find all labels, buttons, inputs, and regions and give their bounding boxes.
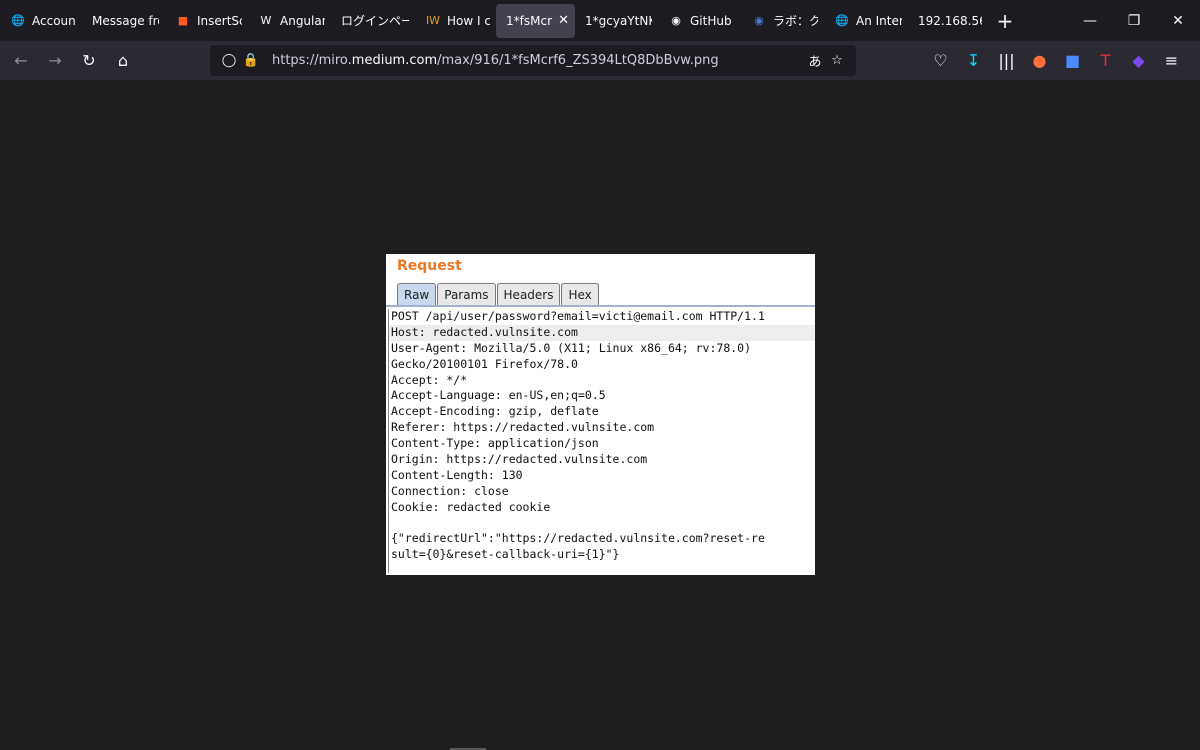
request-line: {"redirectUrl":"https://redacted.vulnsit…: [391, 531, 765, 546]
browser-tab-label: ラボ：クロ: [773, 14, 818, 28]
screenshot-image: Request Raw Params Headers Hex POST /api/us…: [386, 254, 815, 575]
request-title: Request: [397, 258, 462, 274]
home-button[interactable]: ⌂: [106, 46, 140, 76]
nav-bar: ← → ↻ ⌂ ◯ 🔒 https://miro.medium.com/max/…: [0, 41, 1200, 80]
request-line: sult={0}&reset-callback-uri={1}"}: [391, 547, 620, 562]
browser-tab[interactable]: 🌐 An Intera: [824, 4, 908, 38]
minimize-button[interactable]: —: [1068, 0, 1112, 41]
tab-headers[interactable]: Headers: [496, 283, 561, 305]
browser-tab[interactable]: IW How I ch: [415, 4, 496, 38]
request-line: Content-Length: 130: [391, 467, 523, 482]
request-line: Cookie: redacted cookie: [391, 499, 551, 514]
tab-raw[interactable]: Raw: [397, 283, 437, 305]
browser-tab[interactable]: ◉ GitHub -: [658, 4, 741, 38]
browser-tab-label: ログインページ: [341, 14, 409, 28]
request-tabs: Raw Params Headers Hex: [397, 283, 600, 305]
browser-tab-label: 1*gcyaYtNKt: [585, 13, 652, 28]
new-tab-button[interactable]: +: [990, 9, 1020, 33]
browser-tab[interactable]: 1*fsMcrf6 ✕: [496, 3, 575, 38]
browser-tab-label: 1*fsMcrf6: [506, 13, 552, 28]
request-line: Gecko/20100101 Firefox/78.0: [391, 356, 578, 371]
globe-icon: 🌐: [835, 14, 849, 27]
close-window-button[interactable]: ✕: [1156, 0, 1200, 41]
restore-button[interactable]: ❐: [1112, 0, 1156, 41]
browser-tab-label: Angular/: [280, 13, 325, 28]
menu-icon[interactable]: ≡: [1155, 46, 1188, 76]
browser-tab-label: 192.168.56.1: [918, 13, 982, 28]
download-icon[interactable]: ↧: [957, 46, 990, 76]
browser-tab-label: InsertScr: [197, 13, 242, 28]
reload-button[interactable]: ↻: [72, 46, 106, 76]
browser-tab[interactable]: Message fro: [82, 4, 165, 38]
request-line: [389, 516, 815, 532]
pocket-icon[interactable]: ♡: [924, 46, 957, 76]
tab-divider: [386, 305, 815, 307]
browser-tab-label: Message fro: [92, 13, 159, 28]
globe-icon: 🌐: [11, 14, 25, 27]
blogger-icon: ■: [177, 14, 189, 27]
extension-gem-icon[interactable]: ◆: [1122, 46, 1155, 76]
shield-icon[interactable]: ◯: [218, 50, 240, 72]
request-line: Accept: */*: [391, 372, 468, 387]
request-line: Content-Type: application/json: [391, 436, 599, 451]
browser-tab[interactable]: W Angular/: [248, 4, 331, 38]
raw-request-text: POST /api/user/password?email=victi@emai…: [388, 309, 815, 573]
browser-tab[interactable]: 192.168.56.1: [908, 4, 988, 38]
close-tab-icon[interactable]: ✕: [558, 13, 569, 28]
browser-tab-label: Account: [32, 13, 76, 28]
github-icon: ◉: [671, 14, 681, 27]
browser-tab-label: How I ch: [447, 13, 490, 28]
translate-icon[interactable]: あ: [804, 50, 826, 72]
lock-icon[interactable]: 🔒: [240, 50, 262, 72]
request-line: POST /api/user/password?email=victi@emai…: [391, 309, 765, 323]
request-line: Connection: close: [391, 483, 509, 498]
request-line: Accept-Encoding: gzip, deflate: [391, 404, 599, 419]
tab-params[interactable]: Params: [437, 283, 496, 305]
tab-hex[interactable]: Hex: [561, 283, 599, 305]
bookmark-star-icon[interactable]: ☆: [826, 50, 848, 72]
request-line: Host: redacted.vulnsite.com: [389, 324, 815, 341]
wordpress-icon: W: [260, 14, 272, 27]
address-bar[interactable]: ◯ 🔒 https://miro.medium.com/max/916/1*fs…: [210, 45, 856, 76]
tab-bar: 🌐 Account Message fro ■ InsertScr W Angular/ログ…: [0, 0, 1200, 41]
request-line: Origin: https://redacted.vulnsite.com: [391, 452, 648, 467]
browser-tab[interactable]: ◉ ラボ：クロ: [741, 4, 824, 38]
request-line: User-Agent: Mozilla/5.0 (X11; Linux x86_…: [391, 340, 752, 355]
request-line: Accept-Language: en-US,en;q=0.5: [391, 388, 606, 403]
toolbar-right: ♡ ↧ ||| ● ■ T ◆ ≡: [924, 41, 1188, 80]
iw-icon: IW: [425, 14, 441, 27]
translate-extension-icon[interactable]: ■: [1056, 46, 1089, 76]
browser-tab[interactable]: ■ InsertScr: [165, 4, 248, 38]
window-controls: — ❐ ✕: [1068, 0, 1200, 41]
lab-icon: ◉: [754, 14, 764, 27]
browser-tab[interactable]: 🌐 Account: [0, 4, 82, 38]
extension-fox-icon[interactable]: ●: [1023, 46, 1056, 76]
browser-tab-label: An Intera: [856, 13, 902, 28]
browser-tab[interactable]: 1*gcyaYtNKt: [575, 4, 658, 38]
library-icon[interactable]: |||: [990, 46, 1023, 76]
forward-button[interactable]: →: [38, 46, 72, 76]
browser-tab[interactable]: ログインページ: [331, 4, 415, 38]
text-extension-icon[interactable]: T: [1089, 46, 1122, 76]
url-text[interactable]: https://miro.medium.com/max/916/1*fsMcrf…: [272, 53, 804, 68]
request-line: Referer: https://redacted.vulnsite.com: [391, 420, 655, 435]
browser-tab-label: GitHub -: [690, 13, 735, 28]
back-button[interactable]: ←: [4, 46, 38, 76]
